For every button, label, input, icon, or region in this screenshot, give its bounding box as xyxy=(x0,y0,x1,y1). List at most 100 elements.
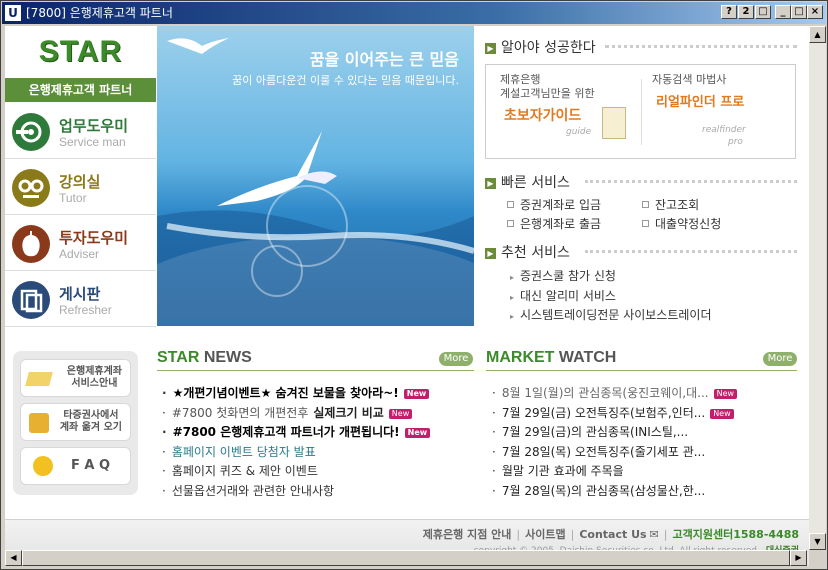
menu-tutor[interactable]: 강의실 Tutor xyxy=(5,160,156,215)
service-icon xyxy=(12,113,50,151)
size-grip[interactable] xyxy=(809,550,826,566)
menu-title: 강의실 xyxy=(59,173,101,191)
close-button[interactable]: × xyxy=(807,5,823,19)
news-item[interactable]: · 7월 29일(금)의 관심종목(INI스틸,... xyxy=(492,423,688,440)
footer-link-contact[interactable]: Contact Us xyxy=(579,528,646,541)
section-know: ▶ 알아야 성공한다 xyxy=(485,37,596,57)
checkbox-icon xyxy=(507,220,514,227)
news-item[interactable]: · 8월 1일(월)의 관심종목(웅진코웨이,대... New xyxy=(492,384,738,401)
app-window: U [7800] 은행제휴고객 파트너 ? 2 □ _ □ × STAR 은행제… xyxy=(0,0,828,570)
checkbox-icon xyxy=(642,220,649,227)
page-content: STAR 은행제휴고객 파트너 업무도우미 Service man 강의실 Tu… xyxy=(5,26,809,566)
menu-subtitle: Adviser xyxy=(59,247,100,261)
news-item[interactable]: · 7월 28일(목)의 관심종목(삼성물산,한... xyxy=(492,482,705,499)
bullet-icon: ▸ xyxy=(510,293,515,302)
bullet-icon: · xyxy=(162,386,167,400)
book-icon xyxy=(602,107,626,139)
menu-title: 투자도우미 xyxy=(59,229,129,247)
star-news-title: STAR NEWS xyxy=(157,349,252,366)
news-more-button[interactable]: More xyxy=(439,352,473,366)
new-badge: New xyxy=(403,389,430,399)
divider xyxy=(486,370,797,371)
bank-account-info-button[interactable]: 은행제휴계좌 서비스안내 xyxy=(20,359,131,397)
quick-loan[interactable]: 대출약정신청 xyxy=(642,215,721,232)
scroll-down-arrow-icon[interactable]: ▼ xyxy=(809,533,826,550)
horizontal-scrollbar[interactable]: ◀ ▶ xyxy=(5,550,809,566)
footer-link-sitemap[interactable]: 사이트맵 xyxy=(525,528,565,541)
recommend-item[interactable]: ▸ 대신 알리미 서비스 xyxy=(510,287,616,304)
divider xyxy=(605,45,797,48)
vertical-scrollbar[interactable]: ▲ ▼ xyxy=(809,26,826,550)
scroll-up-arrow-icon[interactable]: ▲ xyxy=(809,26,826,43)
recommend-item[interactable]: ▸ 시스템트레이딩전문 사이보스트레이더 xyxy=(510,306,712,323)
market-watch-title: MARKET WATCH xyxy=(486,349,617,366)
bullet-icon: · xyxy=(162,464,166,478)
news-item[interactable]: · #7800 은행제휴고객 파트너가 개편됩니다! New xyxy=(162,423,431,440)
support-phone: 고객지원센터1588-4488 xyxy=(672,528,799,541)
bullet-icon: · xyxy=(162,483,166,498)
section-recommend: ▶ 추천 서비스 xyxy=(485,242,570,262)
recommend-item[interactable]: ▸ 증권스쿨 참가 신청 xyxy=(510,267,616,284)
quick-withdraw[interactable]: 은행계좌로 출금 xyxy=(507,215,601,232)
maximize-button[interactable]: □ xyxy=(791,5,807,19)
footer-link-branch[interactable]: 제휴은행 지점 안내 xyxy=(423,528,512,541)
bullet-icon: · xyxy=(492,444,496,459)
beginner-guide-link[interactable]: 제휴은행 계설고객님만을 위한 초보자가이드 guide xyxy=(486,65,641,158)
side-shortcuts: 은행제휴계좌 서비스안내 타증권사에서 계좌 옮겨 오기 F A Q xyxy=(13,351,138,495)
transfer-icon xyxy=(29,413,49,433)
news-item[interactable]: · 홈페이지 이벤트 당첨자 발표 xyxy=(162,443,316,460)
new-badge: New xyxy=(710,408,734,419)
checkbox-icon xyxy=(642,201,649,208)
new-badge: New xyxy=(713,389,738,399)
help-button[interactable]: ? xyxy=(721,5,737,19)
scroll-right-arrow-icon[interactable]: ▶ xyxy=(790,550,807,566)
seagull-illustration xyxy=(157,38,474,326)
restore-small-button[interactable]: □ xyxy=(755,5,771,19)
news-item[interactable]: · 7월 28일(목) 오전특징주(줄기세포 관... xyxy=(492,443,705,460)
new-badge: New xyxy=(388,408,413,419)
news-item[interactable]: · 홈페이지 퀴즈 & 제안 이벤트 xyxy=(162,462,318,479)
checkbox-icon xyxy=(507,201,514,208)
tutor-icon xyxy=(12,169,50,207)
faq-button[interactable]: F A Q xyxy=(20,447,131,485)
menu-subtitle: Tutor xyxy=(59,191,87,205)
bullet-icon: · xyxy=(162,425,167,439)
menu-title: 업무도우미 xyxy=(59,117,129,135)
scroll-left-arrow-icon[interactable]: ◀ xyxy=(5,550,22,566)
app-icon: U xyxy=(5,5,21,21)
quick-deposit[interactable]: 증권계좌로 입금 xyxy=(507,196,601,213)
bullet-icon: · xyxy=(492,425,496,439)
news-item[interactable]: · 7월 29일(금) 오전특징주(보험주,인터... New xyxy=(492,404,734,421)
news-item[interactable]: · #7800 첫화면의 개편전후 실제크기 비교 New xyxy=(162,404,413,421)
bullet-icon: ▸ xyxy=(510,273,515,282)
menu-refresher[interactable]: 게시판 Refresher xyxy=(5,272,156,327)
bullet-icon: · xyxy=(492,405,496,420)
arrow-icon: ▶ xyxy=(485,178,496,189)
menu-subtitle: Service man xyxy=(59,135,126,149)
link-button[interactable]: 2 xyxy=(738,5,754,19)
news-item[interactable]: · 선물옵션거래와 관련한 안내사항 xyxy=(162,482,334,499)
section-quick: ▶ 빠른 서비스 xyxy=(485,172,570,192)
menu-adviser[interactable]: 투자도우미 Adviser xyxy=(5,216,156,271)
divider xyxy=(157,370,474,371)
menu-title: 게시판 xyxy=(59,285,101,303)
adviser-icon xyxy=(12,225,50,263)
transfer-account-button[interactable]: 타증권사에서 계좌 옮겨 오기 xyxy=(20,403,131,441)
title-bar[interactable]: U [7800] 은행제휴고객 파트너 ? 2 □ _ □ × xyxy=(2,2,826,24)
divider xyxy=(585,250,797,253)
quick-balance[interactable]: 잔고조회 xyxy=(642,196,699,213)
minimize-button[interactable]: _ xyxy=(775,5,791,19)
guide-box: 제휴은행 계설고객님만을 위한 초보자가이드 guide 자동검색 마법사 리얼… xyxy=(485,64,796,159)
star-logo[interactable]: STAR xyxy=(5,26,156,78)
scroll-thumb[interactable] xyxy=(22,550,790,566)
bullet-icon: · xyxy=(162,444,166,459)
new-badge: New xyxy=(404,428,431,438)
beginner-guide-title: 초보자가이드 xyxy=(504,108,582,124)
menu-service-man[interactable]: 업무도우미 Service man xyxy=(5,104,156,159)
hero-banner: 꿈을 이어주는 큰 믿음 꿈이 아름다운건 이룰 수 있다는 믿음 때문입니다. xyxy=(157,26,474,326)
bullet-icon: · xyxy=(162,405,166,420)
news-item[interactable]: · 월말 기관 효과에 주목을 xyxy=(492,462,624,479)
realfinder-link[interactable]: 자동검색 마법사 리얼파인더 프로 realfinder pro xyxy=(642,65,795,158)
news-item[interactable]: · ★개편기념이벤트★ 숨겨진 보물을 찾아라~! New xyxy=(162,384,430,401)
market-more-button[interactable]: More xyxy=(763,352,797,366)
